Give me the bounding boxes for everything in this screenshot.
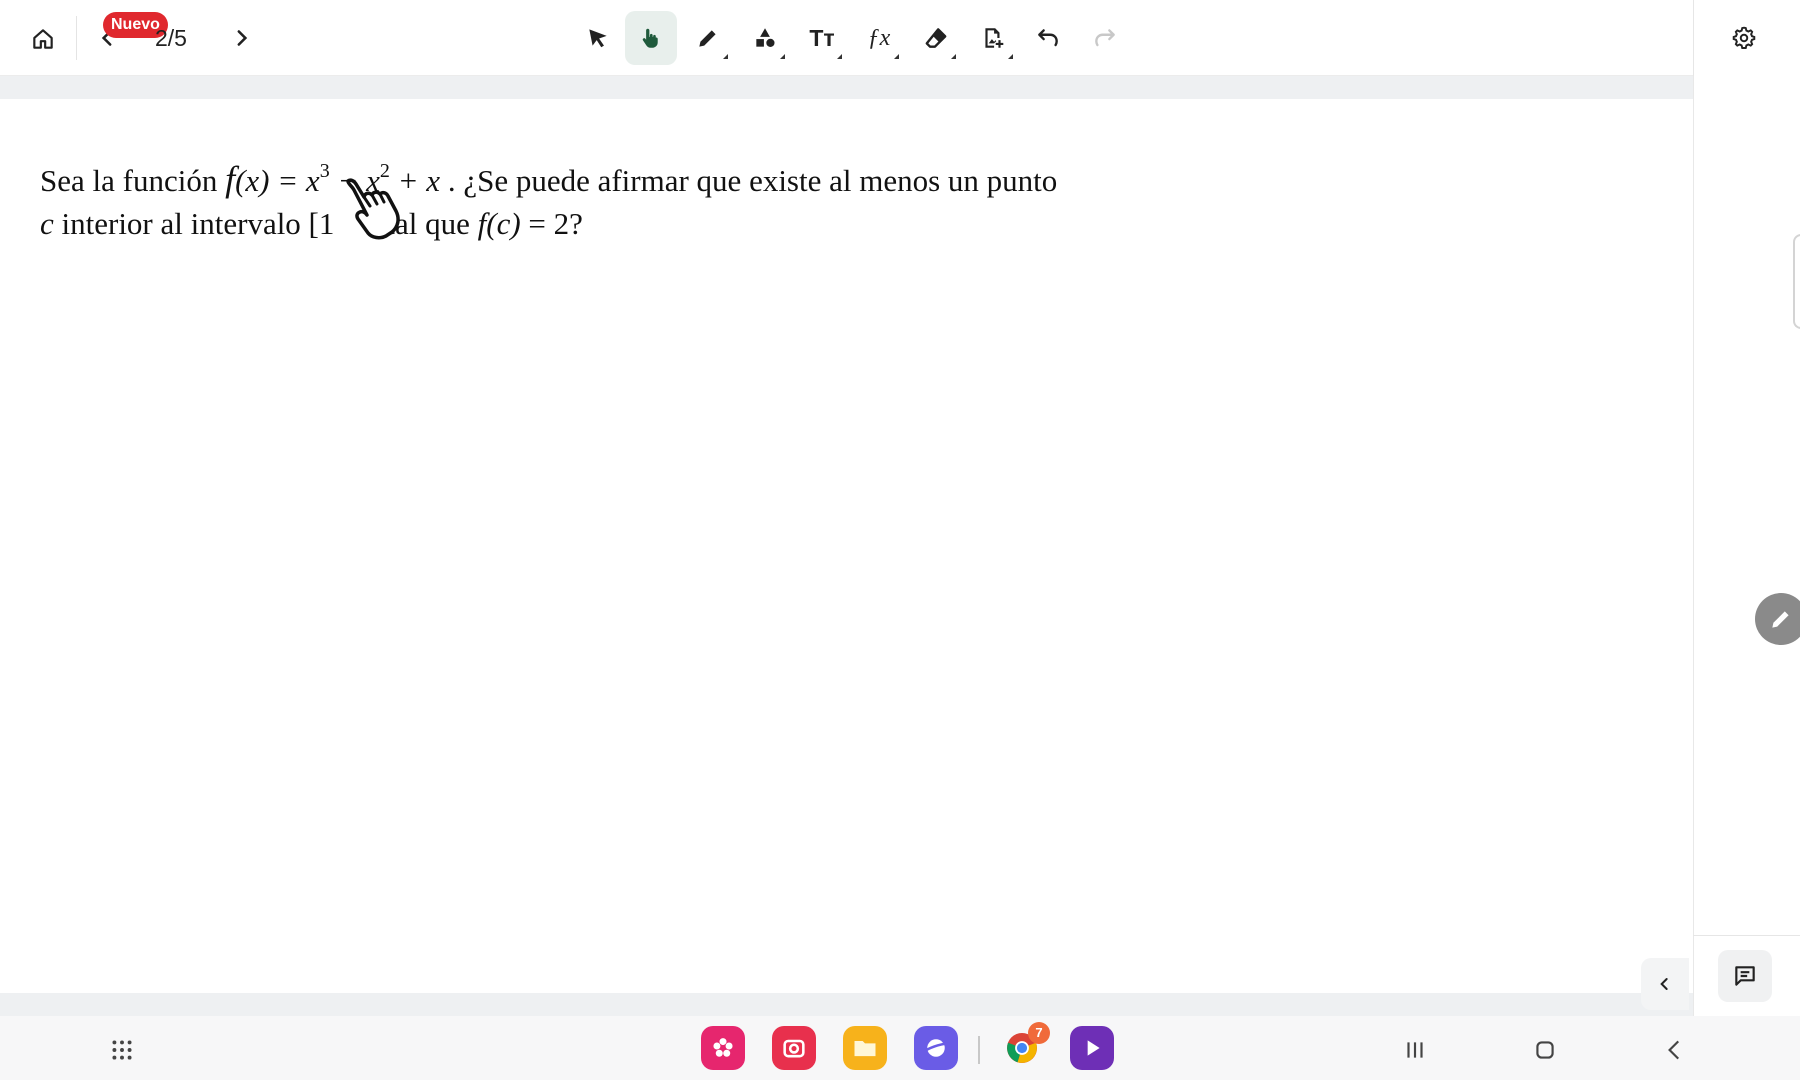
hand-cursor-icon	[346, 178, 400, 240]
chevron-right-icon	[237, 30, 248, 46]
panel-drag-handle[interactable]	[1793, 234, 1800, 329]
next-page-button[interactable]	[221, 18, 261, 58]
home-icon	[33, 29, 53, 49]
camera-app-icon[interactable]	[772, 1026, 816, 1070]
image-add-icon	[985, 28, 1004, 48]
whiteboard-app: Nuevo 2/5 Tт ƒx Sea la función f(x) = x3…	[0, 0, 1800, 1080]
home-button[interactable]	[17, 13, 69, 65]
hand-icon	[642, 28, 658, 48]
chevron-left-icon	[1660, 978, 1668, 990]
shapes-icon	[756, 28, 775, 47]
recent-apps-button[interactable]	[1393, 1028, 1437, 1072]
gear-icon	[1732, 26, 1756, 49]
submenu-indicator	[894, 54, 899, 59]
files-app-icon[interactable]	[843, 1026, 887, 1070]
edit-floating-button[interactable]	[1755, 593, 1800, 645]
settings-button[interactable]	[1718, 11, 1770, 65]
canvas-bottom-margin	[0, 993, 1693, 1016]
folder-icon	[854, 1041, 876, 1057]
eraser-icon	[925, 28, 947, 48]
flower-icon	[713, 1038, 733, 1057]
pen-tool-button[interactable]	[682, 11, 734, 65]
problem-line-2: c interior al intervalo [1 tal que f(c) =…	[40, 206, 583, 241]
undo-icon	[1038, 29, 1058, 47]
right-side-panel	[1693, 76, 1800, 1016]
page-indicator: 2/5	[155, 25, 187, 51]
play-icon	[1087, 1040, 1100, 1056]
toolbar-divider	[76, 16, 77, 60]
problem-statement: Sea la función f(x) = x3 − x2 + x . ¿Se …	[40, 150, 1057, 245]
select-tool-button[interactable]	[572, 11, 624, 65]
comment-icon	[1735, 966, 1755, 986]
submenu-indicator	[780, 54, 785, 59]
dock-separator	[978, 1036, 980, 1064]
recents-icon	[1407, 1042, 1423, 1058]
blossom-app-icon[interactable]	[701, 1026, 745, 1070]
pointer-arrow-icon	[589, 29, 607, 48]
submenu-indicator	[723, 54, 728, 59]
top-toolbar: Nuevo 2/5 Tт ƒx	[0, 0, 1693, 76]
chevron-left-icon	[1668, 1040, 1680, 1060]
shapes-tool-button[interactable]	[739, 11, 791, 65]
pencil-icon	[1772, 611, 1789, 628]
function-name: f	[225, 159, 236, 199]
app-drawer-button[interactable]	[100, 1028, 144, 1072]
browser-app-icon[interactable]	[914, 1026, 958, 1070]
grid-dots-icon	[112, 1040, 132, 1060]
text-icon: Tт	[809, 24, 835, 51]
add-image-tool-button[interactable]	[967, 11, 1019, 65]
system-navigation-bar: 7	[0, 1016, 1800, 1080]
play-app-icon[interactable]	[1070, 1026, 1114, 1070]
undo-button[interactable]	[1022, 11, 1074, 65]
submenu-indicator	[951, 54, 956, 59]
pencil-icon	[699, 30, 716, 47]
function-icon: ƒx	[867, 24, 891, 51]
planet-icon	[922, 1039, 949, 1057]
collapse-panel-button[interactable]	[1641, 958, 1689, 1010]
home-nav-button[interactable]	[1523, 1028, 1567, 1072]
settings-panel	[1693, 0, 1800, 76]
formula-tool-button[interactable]: ƒx	[853, 11, 905, 65]
redo-button[interactable]	[1079, 11, 1131, 65]
submenu-indicator	[1008, 54, 1013, 59]
eraser-tool-button[interactable]	[910, 11, 962, 65]
submenu-indicator	[837, 54, 842, 59]
back-nav-button[interactable]	[1653, 1028, 1697, 1072]
text-tool-button[interactable]: Tт	[796, 11, 848, 65]
redo-icon	[1095, 29, 1115, 47]
notification-badge: 7	[1028, 1022, 1050, 1044]
hand-tool-button[interactable]	[625, 11, 677, 65]
camera-icon	[783, 1039, 805, 1058]
comments-button[interactable]	[1718, 950, 1772, 1002]
panel-divider	[1693, 935, 1800, 936]
canvas-top-margin	[0, 76, 1693, 99]
square-icon	[1536, 1041, 1554, 1059]
problem-line-1: Sea la función f(x) = x3 − x2 + x . ¿Se …	[40, 159, 1058, 199]
